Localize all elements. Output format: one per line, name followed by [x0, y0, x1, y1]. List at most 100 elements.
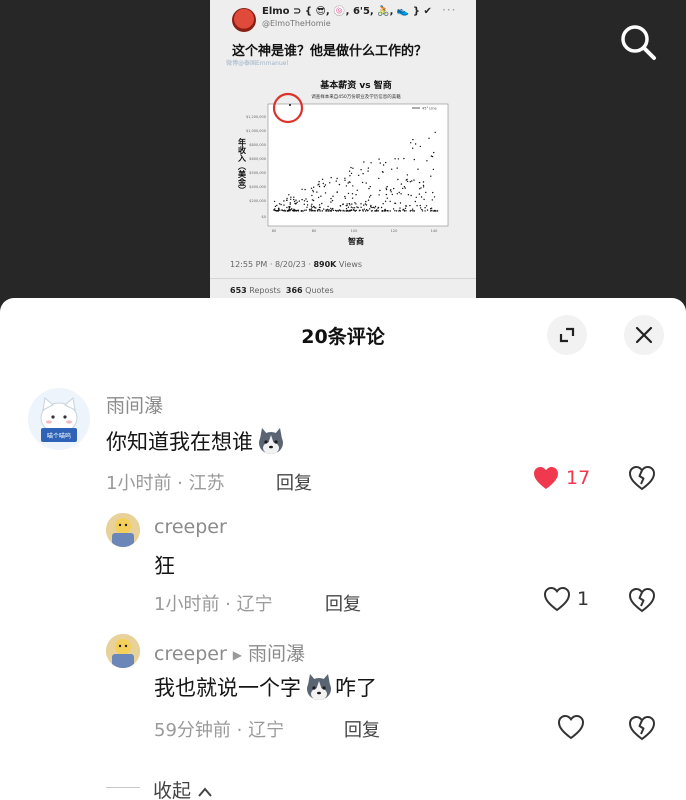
scatter-point: [411, 208, 414, 210]
scatter-point: [417, 168, 419, 170]
svg-text:45° Line: 45° Line: [422, 107, 437, 111]
scatter-point: [404, 187, 406, 189]
scatter-point: [389, 189, 392, 191]
scatter-point: [282, 210, 285, 212]
scatter-point: [419, 145, 421, 148]
scatter-point: [363, 208, 365, 210]
scatter-point: [278, 203, 281, 205]
scatter-point: [422, 181, 425, 183]
scatter-point: [380, 206, 383, 209]
scatter-point: [312, 191, 315, 193]
scatter-point: [368, 196, 371, 198]
broken-heart-icon[interactable]: [627, 713, 657, 743]
collapse-replies-button[interactable]: 收起: [153, 776, 213, 800]
scatter-point: [319, 210, 321, 212]
scatter-point: [304, 188, 306, 191]
scatter-point: [351, 197, 354, 199]
scatter-point: [277, 210, 280, 212]
scatter-point: [374, 207, 376, 209]
svg-text:$800,000: $800,000: [249, 143, 266, 147]
scatter-point: [293, 200, 296, 203]
reply-author[interactable]: creeper: [154, 643, 227, 665]
scatter-point: [381, 171, 384, 173]
scatter-point: [370, 162, 372, 164]
scatter-point: [385, 210, 387, 212]
scatter-point: [360, 169, 362, 171]
like-button[interactable]: 1: [543, 586, 589, 612]
scatter-point: [391, 168, 393, 170]
broken-heart-icon[interactable]: [627, 463, 657, 493]
scatter-point: [311, 199, 314, 201]
scatter-point: [303, 203, 305, 205]
scatter-point: [385, 188, 388, 191]
broken-heart-icon[interactable]: [627, 585, 657, 615]
search-button[interactable]: [616, 20, 660, 64]
scatter-point: [363, 204, 365, 206]
scatter-point: [425, 205, 428, 207]
svg-text:$1,000,000: $1,000,000: [246, 129, 266, 133]
reply-button[interactable]: 回复: [344, 716, 380, 742]
video-player[interactable]: Elmo ⊃ { 😎, 🍥, 6'5, 🚴, 👟 } ✔ @ElmoTheHom…: [0, 0, 686, 310]
scatter-point: [429, 208, 432, 210]
avatar[interactable]: [106, 634, 140, 668]
svg-text:60: 60: [272, 229, 276, 233]
scatter-point: [295, 199, 297, 201]
scatter-point: [398, 209, 401, 212]
scatter-point: [328, 209, 330, 211]
scatter-point: [289, 202, 291, 204]
scatter-point: [304, 209, 306, 211]
svg-text:$0: $0: [262, 215, 266, 219]
like-count: 1: [577, 588, 590, 610]
scatter-point: [402, 187, 404, 190]
scatter-point: [329, 210, 331, 212]
divider: [210, 278, 476, 279]
scatter-point: [419, 207, 422, 209]
scatter-point: [367, 170, 369, 172]
close-button[interactable]: [624, 315, 664, 355]
scatter-point: [424, 207, 426, 209]
scatter-point: [430, 210, 432, 212]
avatar[interactable]: 喵个喵呜: [28, 388, 90, 450]
scatter-point: [317, 196, 320, 199]
scatter-point: [379, 189, 381, 192]
reply-target[interactable]: 雨间瀑: [248, 643, 305, 665]
scatter-point: [293, 196, 295, 198]
scatter-point: [425, 191, 427, 194]
svg-text:$200,000: $200,000: [249, 199, 266, 203]
scatter-point: [382, 203, 384, 205]
reply-button[interactable]: 回复: [276, 469, 312, 495]
scatter-point: [306, 206, 308, 208]
scatter-point: [420, 187, 422, 189]
scatter-point: [389, 200, 391, 203]
like-button[interactable]: [557, 714, 585, 740]
scatter-point: [394, 158, 396, 160]
scatter-point: [415, 196, 417, 198]
scatter-point: [330, 176, 332, 179]
like-button[interactable]: 17: [532, 465, 590, 491]
expand-button[interactable]: [547, 315, 587, 355]
scatter-point: [386, 185, 388, 188]
comment-username[interactable]: 雨间瀑: [106, 391, 163, 418]
scatter-point: [377, 206, 380, 209]
scatter-point: [426, 160, 428, 162]
scatter-point: [356, 189, 358, 191]
scatter-point: [382, 164, 385, 166]
like-count: 17: [566, 467, 591, 489]
scatter-point: [301, 188, 303, 190]
scatter-point: [370, 194, 372, 197]
close-icon: [635, 326, 653, 344]
reply-button[interactable]: 回复: [325, 590, 361, 616]
scatter-point: [321, 178, 324, 180]
scatter-point: [386, 197, 388, 199]
avatar[interactable]: [106, 513, 140, 547]
scatter-point: [344, 177, 346, 179]
scatter-point: [347, 206, 350, 208]
svg-text:$1,200,000: $1,200,000: [246, 115, 266, 119]
comment-username[interactable]: creeper: [154, 516, 227, 538]
svg-text:喵个喵呜: 喵个喵呜: [47, 432, 71, 440]
tweet-stats: 653 Reposts 366 Quotes: [230, 286, 334, 295]
tweet-screenshot: Elmo ⊃ { 😎, 🍥, 6'5, 🚴, 👟 } ✔ @ElmoTheHom…: [210, 0, 476, 310]
scatter-point: [418, 193, 421, 195]
scatter-point: [330, 207, 332, 210]
scatter-point: [382, 210, 384, 212]
